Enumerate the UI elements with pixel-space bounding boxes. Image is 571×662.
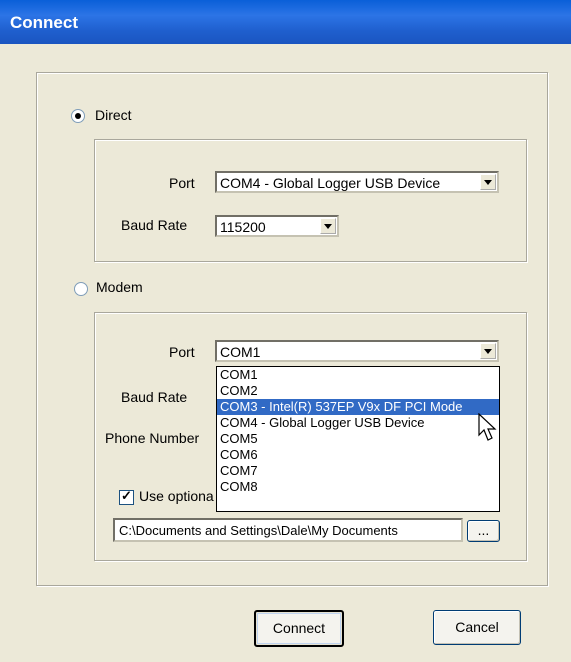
list-item[interactable]: COM4 - Global Logger USB Device [217, 415, 499, 431]
direct-group [94, 139, 527, 262]
mouse-cursor-icon [478, 413, 497, 441]
path-value: C:\Documents and Settings\Dale\My Docume… [119, 523, 398, 538]
connect-button[interactable]: Connect [254, 610, 344, 647]
list-item[interactable]: COM6 [217, 447, 499, 463]
list-item[interactable]: COM2 [217, 383, 499, 399]
list-item[interactable]: COM7 [217, 463, 499, 479]
chevron-down-icon[interactable] [320, 218, 336, 234]
radio-dot-icon [75, 113, 81, 119]
direct-baud-value: 115200 [220, 219, 266, 235]
direct-radio[interactable] [71, 109, 85, 123]
modem-port-label: Port [169, 344, 195, 360]
direct-port-select[interactable]: COM4 - Global Logger USB Device [215, 171, 499, 193]
port-dropdown-list[interactable]: COM1 COM2 COM3 - Intel(R) 537EP V9x DF P… [216, 366, 500, 512]
use-optional-label: Use optiona [139, 488, 214, 504]
modem-baud-label: Baud Rate [121, 389, 188, 405]
modem-label: Modem [96, 279, 143, 295]
path-input[interactable]: C:\Documents and Settings\Dale\My Docume… [113, 518, 463, 542]
modem-radio[interactable] [74, 282, 88, 296]
modem-port-select[interactable]: COM1 [215, 340, 499, 362]
modem-port-value: COM1 [220, 344, 261, 360]
direct-baud-select[interactable]: 115200 [215, 215, 339, 237]
direct-baud-label: Baud Rate [121, 217, 188, 233]
list-item-highlighted[interactable]: COM3 - Intel(R) 537EP V9x DF PCI Mode [217, 399, 499, 415]
direct-port-label: Port [169, 175, 195, 191]
phone-number-label: Phone Number [105, 430, 200, 446]
direct-port-value: COM4 - Global Logger USB Device [220, 175, 441, 191]
cancel-button[interactable]: Cancel [433, 610, 521, 645]
list-item[interactable]: COM5 [217, 431, 499, 447]
chevron-down-icon[interactable] [480, 343, 496, 359]
direct-label: Direct [95, 107, 132, 123]
list-item[interactable]: COM8 [217, 479, 499, 495]
window-title: Connect [10, 13, 78, 32]
browse-button[interactable]: ... [467, 520, 500, 542]
title-bar[interactable]: Connect [0, 0, 571, 44]
use-optional-checkbox[interactable] [119, 488, 134, 505]
chevron-down-icon[interactable] [480, 174, 496, 190]
list-item[interactable]: COM1 [217, 367, 499, 383]
